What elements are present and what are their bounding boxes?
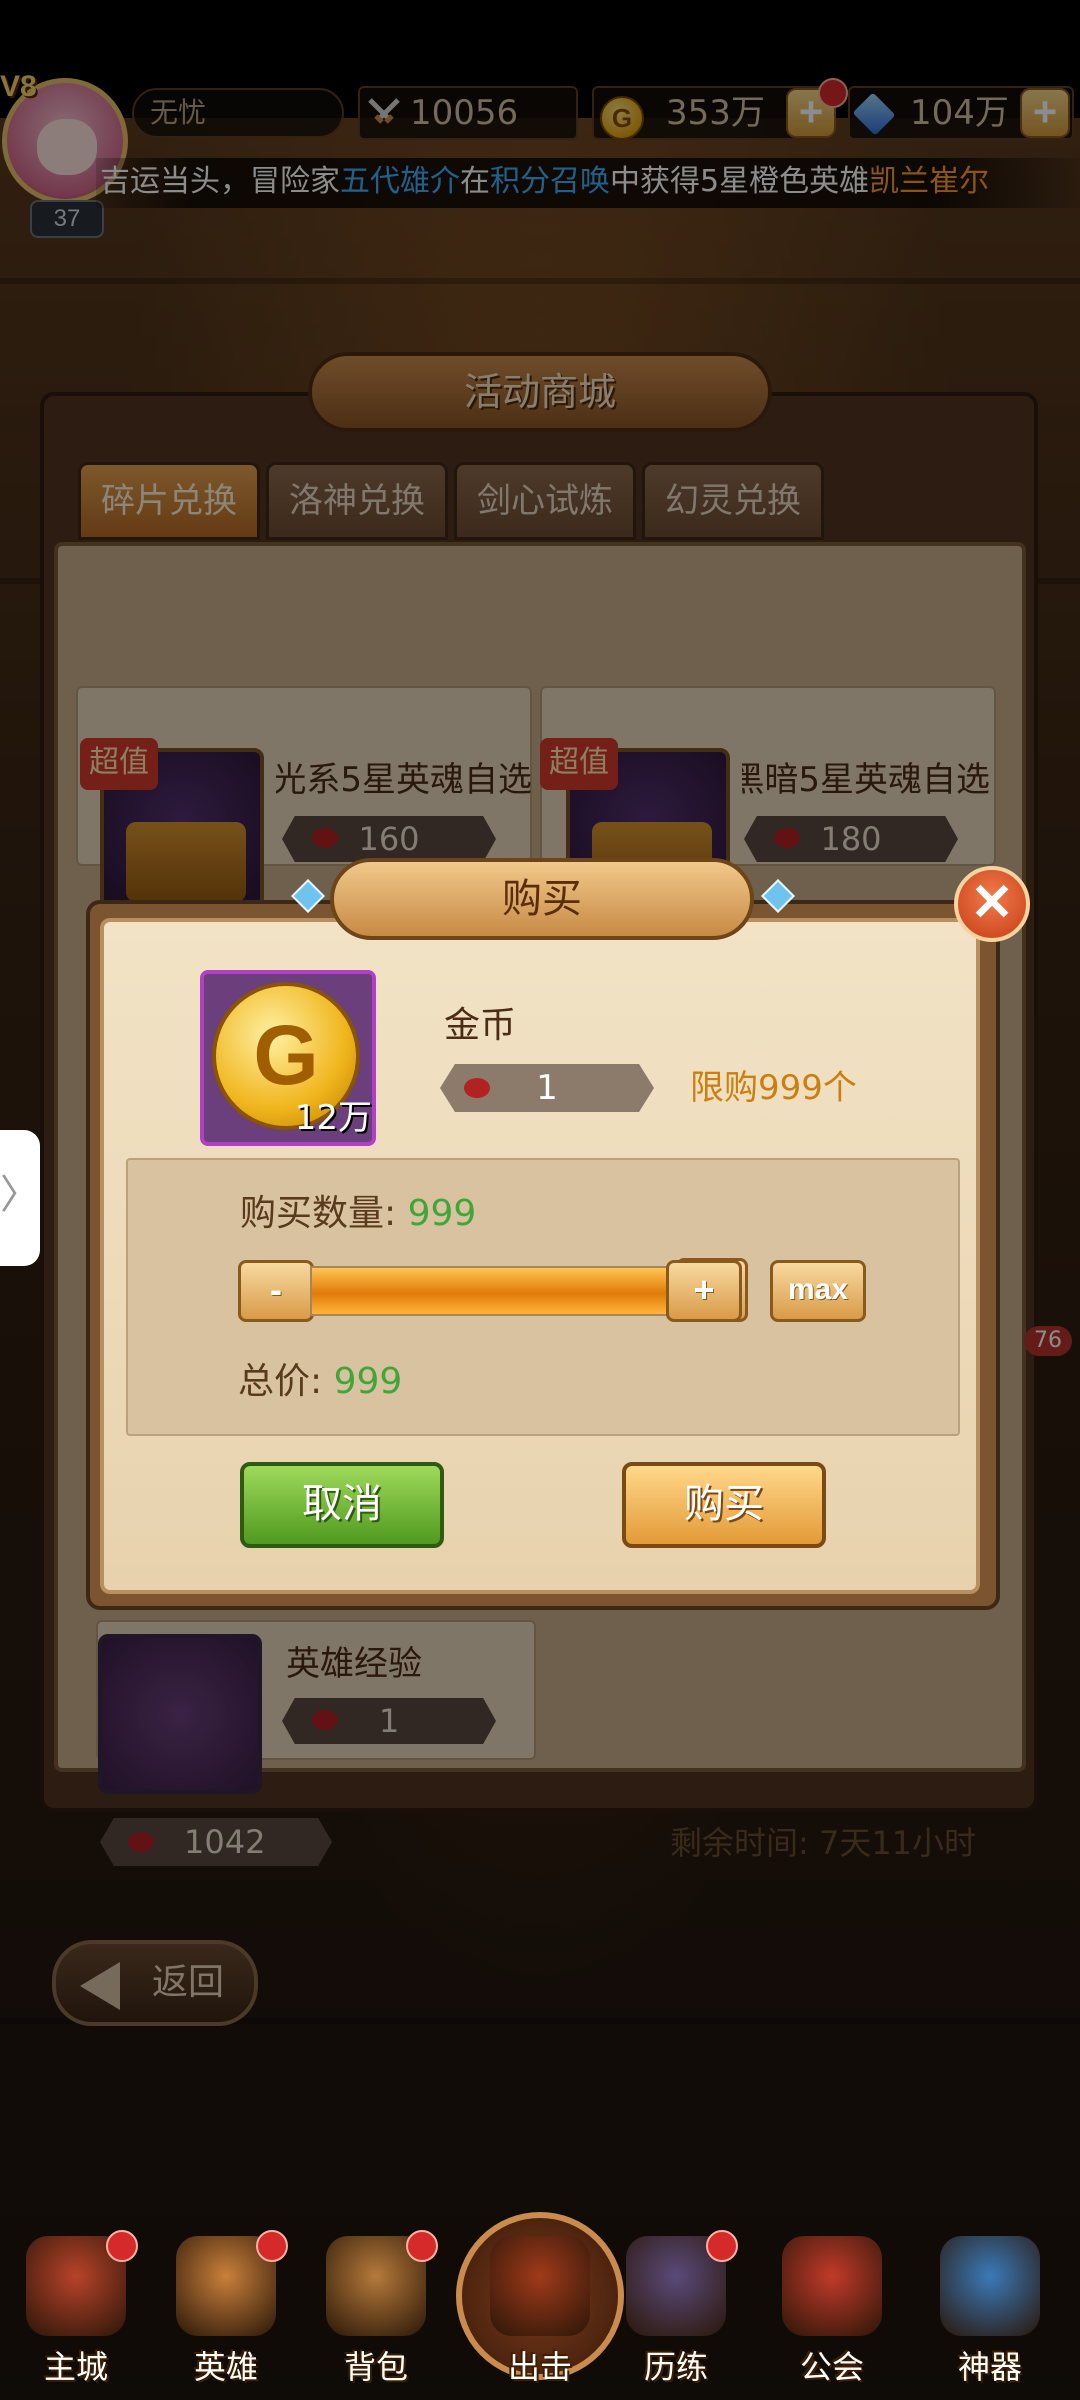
nav-label: 英雄 [193,2348,258,2386]
decrease-button[interactable]: - [238,1260,314,1322]
nav-icon [782,2236,882,2336]
nav-item-0[interactable]: 主城 [6,2230,146,2400]
nav-icon [490,2236,590,2336]
quantity-label: 购买数量: 999 [240,1184,476,1236]
item-quantity: 12万 [294,1098,372,1138]
purchase-limit: 限购999个 [690,1068,857,1108]
cancel-button[interactable]: 取消 [240,1462,444,1548]
nav-label: 背包 [343,2348,408,2386]
quantity-value: 999 [407,1193,477,1234]
nav-label: 主城 [43,2348,108,2386]
fragment-currency-icon [464,1078,490,1098]
buy-button[interactable]: 购买 [622,1462,826,1548]
increase-button[interactable]: + [666,1260,742,1322]
item-name: 金币 [444,1005,517,1046]
nav-label: 公会 [799,2348,864,2386]
max-button[interactable]: max [770,1260,866,1322]
nav-icon [940,2236,1040,2336]
nav-label: 出击 [507,2348,572,2386]
nav-item-1[interactable]: 英雄 [156,2230,296,2400]
nav-item-6[interactable]: 神器 [920,2230,1060,2400]
total-value: 999 [333,1361,403,1402]
quantity-label-text: 购买数量: [240,1193,408,1234]
side-drawer-handle[interactable]: 〉 [0,1130,40,1266]
nav-item-2[interactable]: 背包 [306,2230,446,2400]
notification-dot [106,2230,138,2262]
nav-item-5[interactable]: 公会 [762,2230,902,2400]
total-label-text: 总价: [238,1361,334,1402]
notification-dot [706,2230,738,2262]
notification-dot [406,2230,438,2262]
nav-label: 神器 [957,2348,1022,2386]
nav-item-4[interactable]: 历练 [606,2230,746,2400]
total-price: 总价: 999 [238,1352,402,1404]
dialog-title: 购买 [330,858,754,940]
nav-label: 历练 [643,2348,708,2386]
close-button[interactable]: ✕ [954,866,1030,942]
notification-dot [256,2230,288,2262]
nav-item-3[interactable]: 出击 [470,2230,610,2400]
